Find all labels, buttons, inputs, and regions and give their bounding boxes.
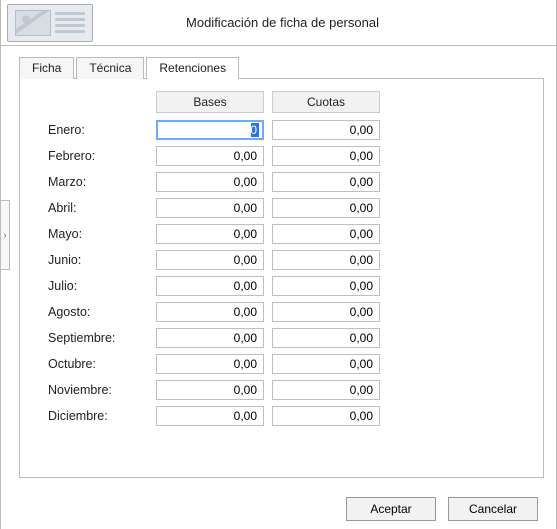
- accept-button[interactable]: Aceptar: [346, 497, 436, 521]
- month-row: Noviembre:: [48, 379, 408, 401]
- cuota-input[interactable]: [272, 146, 380, 166]
- chevron-right-icon: ›: [4, 230, 7, 240]
- window-title: Modificación de ficha de personal: [99, 15, 556, 30]
- tab-tecnica[interactable]: Técnica: [76, 57, 144, 79]
- tab-ficha[interactable]: Ficha: [19, 57, 74, 79]
- base-input[interactable]: [156, 224, 264, 244]
- cuota-input[interactable]: [272, 328, 380, 348]
- side-expand-handle[interactable]: ›: [0, 200, 10, 270]
- base-input[interactable]: [156, 146, 264, 166]
- month-row: Agosto:: [48, 301, 408, 323]
- month-label: Julio:: [48, 279, 148, 293]
- month-row: Marzo:: [48, 171, 408, 193]
- tab-retenciones[interactable]: Retenciones: [146, 57, 239, 79]
- month-label: Octubre:: [48, 357, 148, 371]
- month-row: Febrero:: [48, 145, 408, 167]
- cuota-input[interactable]: [272, 120, 380, 140]
- cuota-input[interactable]: [272, 276, 380, 296]
- base-input[interactable]: [156, 276, 264, 296]
- base-input[interactable]: [156, 354, 264, 374]
- app-window: › Modificación de ficha de personal Fich…: [0, 0, 557, 529]
- base-input[interactable]: [156, 198, 264, 218]
- month-row: Diciembre:: [48, 405, 408, 427]
- month-label: Noviembre:: [48, 383, 148, 397]
- month-label: Mayo:: [48, 227, 148, 241]
- month-label: Diciembre:: [48, 409, 148, 423]
- base-input[interactable]: [156, 250, 264, 270]
- month-row: Julio:: [48, 275, 408, 297]
- tab-panel-retenciones: Bases Cuotas Enero: Febrero: Marzo: Abril: M…: [19, 78, 544, 478]
- month-row: Abril:: [48, 197, 408, 219]
- base-input[interactable]: [156, 302, 264, 322]
- month-row: Mayo:: [48, 223, 408, 245]
- cuota-input[interactable]: [272, 302, 380, 322]
- cuota-input[interactable]: [272, 380, 380, 400]
- tab-strip: Ficha Técnica Retenciones: [19, 56, 544, 78]
- month-label: Marzo:: [48, 175, 148, 189]
- month-label: Agosto:: [48, 305, 148, 319]
- month-label: Abril:: [48, 201, 148, 215]
- month-row: Octubre:: [48, 353, 408, 375]
- cuota-input[interactable]: [272, 198, 380, 218]
- month-row: Enero:: [48, 119, 408, 141]
- column-header-cuotas: Cuotas: [272, 91, 380, 113]
- month-label: Septiembre:: [48, 331, 148, 345]
- cuota-input[interactable]: [272, 354, 380, 374]
- tabs-container: Ficha Técnica Retenciones Bases Cuotas E…: [19, 56, 544, 478]
- cuota-input[interactable]: [272, 172, 380, 192]
- month-label: Junio:: [48, 253, 148, 267]
- base-input[interactable]: [156, 120, 264, 140]
- month-row: Junio:: [48, 249, 408, 271]
- retenciones-grid: Bases Cuotas Enero: Febrero: Marzo: Abril: M…: [48, 91, 408, 427]
- text-lines-icon: [55, 10, 85, 36]
- cuota-input[interactable]: [272, 250, 380, 270]
- month-row: Septiembre:: [48, 327, 408, 349]
- toolbar: Modificación de ficha de personal: [1, 0, 556, 46]
- image-placeholder-icon: [15, 10, 51, 36]
- base-input[interactable]: [156, 328, 264, 348]
- cancel-button[interactable]: Cancelar: [448, 497, 538, 521]
- column-header-bases: Bases: [156, 91, 264, 113]
- base-input[interactable]: [156, 172, 264, 192]
- base-input[interactable]: [156, 406, 264, 426]
- month-label: Febrero:: [48, 149, 148, 163]
- grid-header: Bases Cuotas: [48, 91, 408, 113]
- month-label: Enero:: [48, 123, 148, 137]
- cuota-input[interactable]: [272, 406, 380, 426]
- base-input[interactable]: [156, 380, 264, 400]
- cuota-input[interactable]: [272, 224, 380, 244]
- dialog-buttons: Aceptar Cancelar: [346, 497, 538, 521]
- personnel-card-icon[interactable]: [7, 4, 93, 42]
- header-spacer: [48, 91, 148, 113]
